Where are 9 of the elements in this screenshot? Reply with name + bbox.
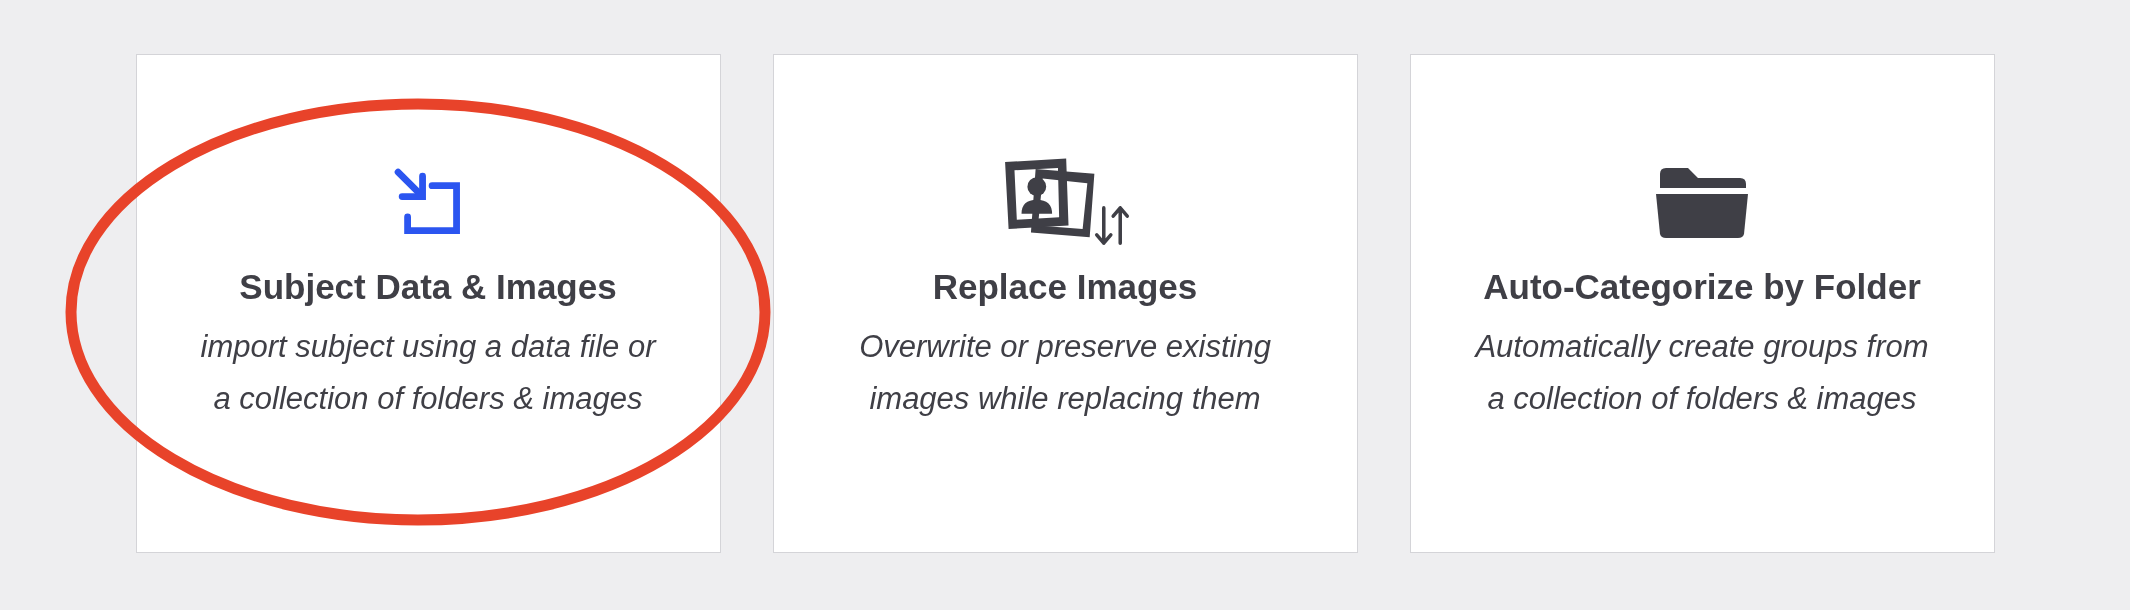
option-description: Automatically create groups from a collection of folders & images [1473,328,1930,418]
option-card[interactable]: Replace Images Overwrite or preserve existing images while replacing them [772,54,1358,553]
option-card[interactable]: Subject Data & Images import subject using a data file or a collection of folders & images [135,54,721,553]
option-card[interactable]: Auto-Categorize by Folder Automatically create groups from a collection of folders & images [1409,54,1995,553]
option-description: import subject using a data file or a collection of folders & images [199,328,658,418]
option-title: Subject Data & Images [239,267,617,307]
option-title: Auto-Categorize by Folder [1483,267,1921,307]
option-title: Replace Images [932,267,1198,307]
option-description: Overwrite or preserve existing images while replacing them [858,328,1272,418]
